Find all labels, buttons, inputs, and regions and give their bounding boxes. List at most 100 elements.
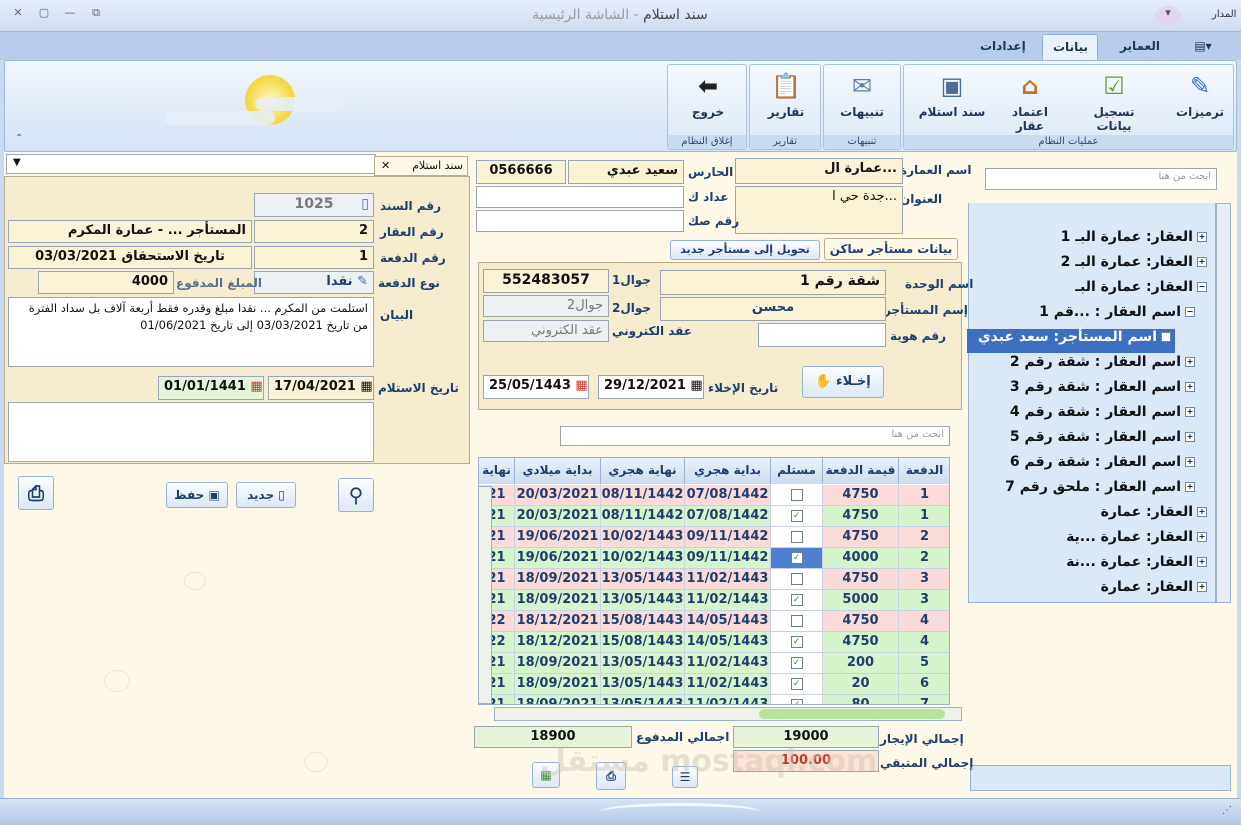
grid-cell[interactable]: 18/09/2021 [515, 695, 601, 704]
grid-cell[interactable]: 4 [899, 632, 949, 653]
grid-header[interactable]: بداية ميلادي [515, 458, 601, 484]
tree-item[interactable]: العقار: عمارة البـ 2 + [1061, 254, 1207, 278]
received-checkbox[interactable]: ✓ [771, 632, 823, 653]
checked-leaf-icon[interactable]: ✓ [790, 509, 803, 522]
grid-header[interactable]: مستلم [771, 458, 823, 484]
received-checkbox[interactable] [771, 569, 823, 590]
grid-cell[interactable]: 07/08/1442 [685, 506, 771, 527]
tree-item[interactable]: اسم العقار : شقة رقم 2 + [1010, 354, 1195, 378]
grid-cell[interactable]: 18/09/2021 [515, 653, 601, 674]
unit-field[interactable]: شقة رقم 1 [660, 270, 886, 295]
grid-cell[interactable]: 4750 [823, 611, 899, 632]
codes-button[interactable]: ✎ ترميزات [1166, 69, 1234, 131]
grid-cell[interactable]: 11/02/1443 [685, 695, 771, 704]
grid-cell[interactable]: 08/11/1442 [601, 485, 685, 506]
grid-cell[interactable]: 14/05/1443 [685, 632, 771, 653]
grid-cell[interactable]: 13/05/1443 [601, 674, 685, 695]
grid-cell[interactable]: 4750 [823, 527, 899, 548]
calendar-icon[interactable]: ▦ [360, 379, 372, 394]
grid-cell[interactable]: 6 [899, 674, 949, 695]
close-window-button[interactable]: ✕ [8, 6, 28, 22]
receipt-greg-field[interactable]: 17/04/2021 ▦ [268, 376, 374, 400]
tree-item[interactable]: العقار: عمارة البـ 1 + [1061, 229, 1207, 253]
tree-item[interactable]: العقار: عمارة البـ − [1075, 279, 1207, 303]
grid-cell[interactable]: 14/05/1443 [685, 611, 771, 632]
property-tree[interactable]: العقار: عمارة البـ 1 + العقار: عمارة البـ… [967, 203, 1216, 603]
grid-cell[interactable]: 10/02/1443 [601, 548, 685, 569]
building-name-field[interactable]: عمارة ال... [735, 158, 903, 184]
grid-header[interactable]: بداية هجري [685, 458, 771, 484]
approve-property-button[interactable]: ⌂ اعتماد عقار [996, 69, 1064, 133]
maximize-window-button[interactable]: ▢ [34, 6, 54, 22]
voucher-field[interactable]: 1025 ▯ [254, 193, 374, 217]
deed-field[interactable] [476, 210, 684, 232]
payments-grid[interactable]: الدفعة قيمة الدفعة مستلم بداية هجري نهاي… [478, 457, 950, 705]
grid-header[interactable]: الدفعة [899, 458, 949, 484]
received-checkbox[interactable]: ✓ [771, 506, 823, 527]
tree-search-input[interactable]: ابحث من هنا [985, 168, 1217, 190]
grid-cell[interactable]: 18/09/2021 [515, 674, 601, 695]
grid-cell[interactable]: 19/06/2021 [515, 548, 601, 569]
tree-item[interactable]: العقار: عمارة ...ية + [1066, 529, 1207, 553]
grid-cell[interactable]: 4750 [823, 485, 899, 506]
grid-cell[interactable]: 2 [899, 527, 949, 548]
grid-cell[interactable]: 2 [899, 548, 949, 569]
grid-horizontal-scrollbar[interactable] [494, 707, 962, 721]
grid-search-input[interactable]: ابحث من هنا [560, 426, 950, 446]
payment-desc-field[interactable]: تاريخ الاستحقاق 03/03/2021 [8, 246, 252, 269]
tree-item[interactable]: اسم العقار : شقة رقم 6 + [1010, 454, 1195, 478]
quick-access-dropdown[interactable]: ▾ [1155, 6, 1181, 26]
grid-cell[interactable]: 10/02/1443 [601, 527, 685, 548]
mobile1-field[interactable]: 552483057 [483, 269, 609, 293]
grid-cell[interactable]: 13/05/1443 [601, 653, 685, 674]
grid-cell[interactable]: 08/11/1442 [601, 506, 685, 527]
property-desc-field[interactable]: المستأجر ... - عمارة المكرم [8, 220, 252, 243]
grid-cell[interactable]: 13/05/1443 [601, 695, 685, 704]
mobile2-field[interactable]: جوال2 [483, 295, 609, 317]
grid-cell[interactable]: 18/12/2021 [515, 611, 601, 632]
checked-leaf-icon[interactable]: ✓ [790, 656, 803, 669]
evacuation-greg-field[interactable]: 29/12/2021 ▦ [598, 375, 704, 399]
grid-header[interactable]: قيمة الدفعة [823, 458, 899, 484]
collapse-ribbon-icon[interactable]: ⌃ [15, 133, 23, 144]
register-data-button[interactable]: ☑ تسجيل بيانات [1076, 69, 1152, 133]
grid-cell[interactable]: 11/02/1443 [685, 674, 771, 695]
grid-cell[interactable]: 200 [823, 653, 899, 674]
tree-item[interactable]: العقار: عمارة + [1101, 504, 1207, 528]
property-num-field[interactable]: 2 [254, 220, 374, 243]
tree-scrollbar[interactable] [1216, 203, 1231, 603]
guard-phone-field[interactable]: 0566666 [476, 160, 566, 184]
close-tab-icon[interactable]: ✕ [381, 159, 390, 172]
tree-item[interactable]: اسم العقار : شقة رقم 3 + [1010, 379, 1195, 403]
unchecked-box-icon[interactable] [790, 488, 803, 501]
received-checkbox[interactable] [771, 527, 823, 548]
grid-cell[interactable]: 13/05/1443 [601, 569, 685, 590]
grid-cell[interactable]: 4000 [823, 548, 899, 569]
exit-button[interactable]: ⬅ خروج [674, 69, 742, 131]
payment-type-field[interactable]: نقدا ✎ [254, 271, 374, 294]
grid-cell[interactable]: 4 [899, 611, 949, 632]
grid-cell[interactable]: 11/02/1443 [685, 569, 771, 590]
note-field[interactable]: استلمت من المكرم ... نقدا مبلغ وقدره فقط… [8, 297, 374, 367]
resize-grip-icon[interactable]: ⋰ [1222, 805, 1232, 816]
id-field[interactable] [758, 323, 886, 347]
received-checkbox[interactable] [771, 485, 823, 506]
grid-cell[interactable]: 3 [899, 569, 949, 590]
grid-cell[interactable]: 80 [823, 695, 899, 704]
tab-receipt[interactable]: ✕ سند استلام [374, 156, 468, 176]
grid-header[interactable]: نهاية هجري [601, 458, 685, 484]
grid-cell[interactable]: 09/11/1442 [685, 548, 771, 569]
grid-cell[interactable]: 7 [899, 695, 949, 704]
calendar-icon[interactable]: ▦ [250, 379, 262, 394]
print-receipt-icon[interactable]: ⎙ [18, 476, 54, 510]
received-checkbox[interactable]: ✓ [771, 548, 823, 569]
contract-field[interactable]: عقد الكتروني [483, 320, 609, 342]
minimize-window-button[interactable]: — [60, 6, 80, 22]
grid-cell[interactable]: 15/08/1443 [601, 632, 685, 653]
grid-cell[interactable]: 4750 [823, 506, 899, 527]
evacuation-hijri-field[interactable]: 25/05/1443 ▦ [483, 375, 589, 399]
extra-notes-field[interactable] [8, 402, 374, 462]
checked-leaf-icon[interactable]: ✓ [790, 593, 803, 606]
checked-leaf-icon[interactable]: ✓ [790, 635, 803, 648]
grid-cell[interactable]: 15/08/1443 [601, 611, 685, 632]
